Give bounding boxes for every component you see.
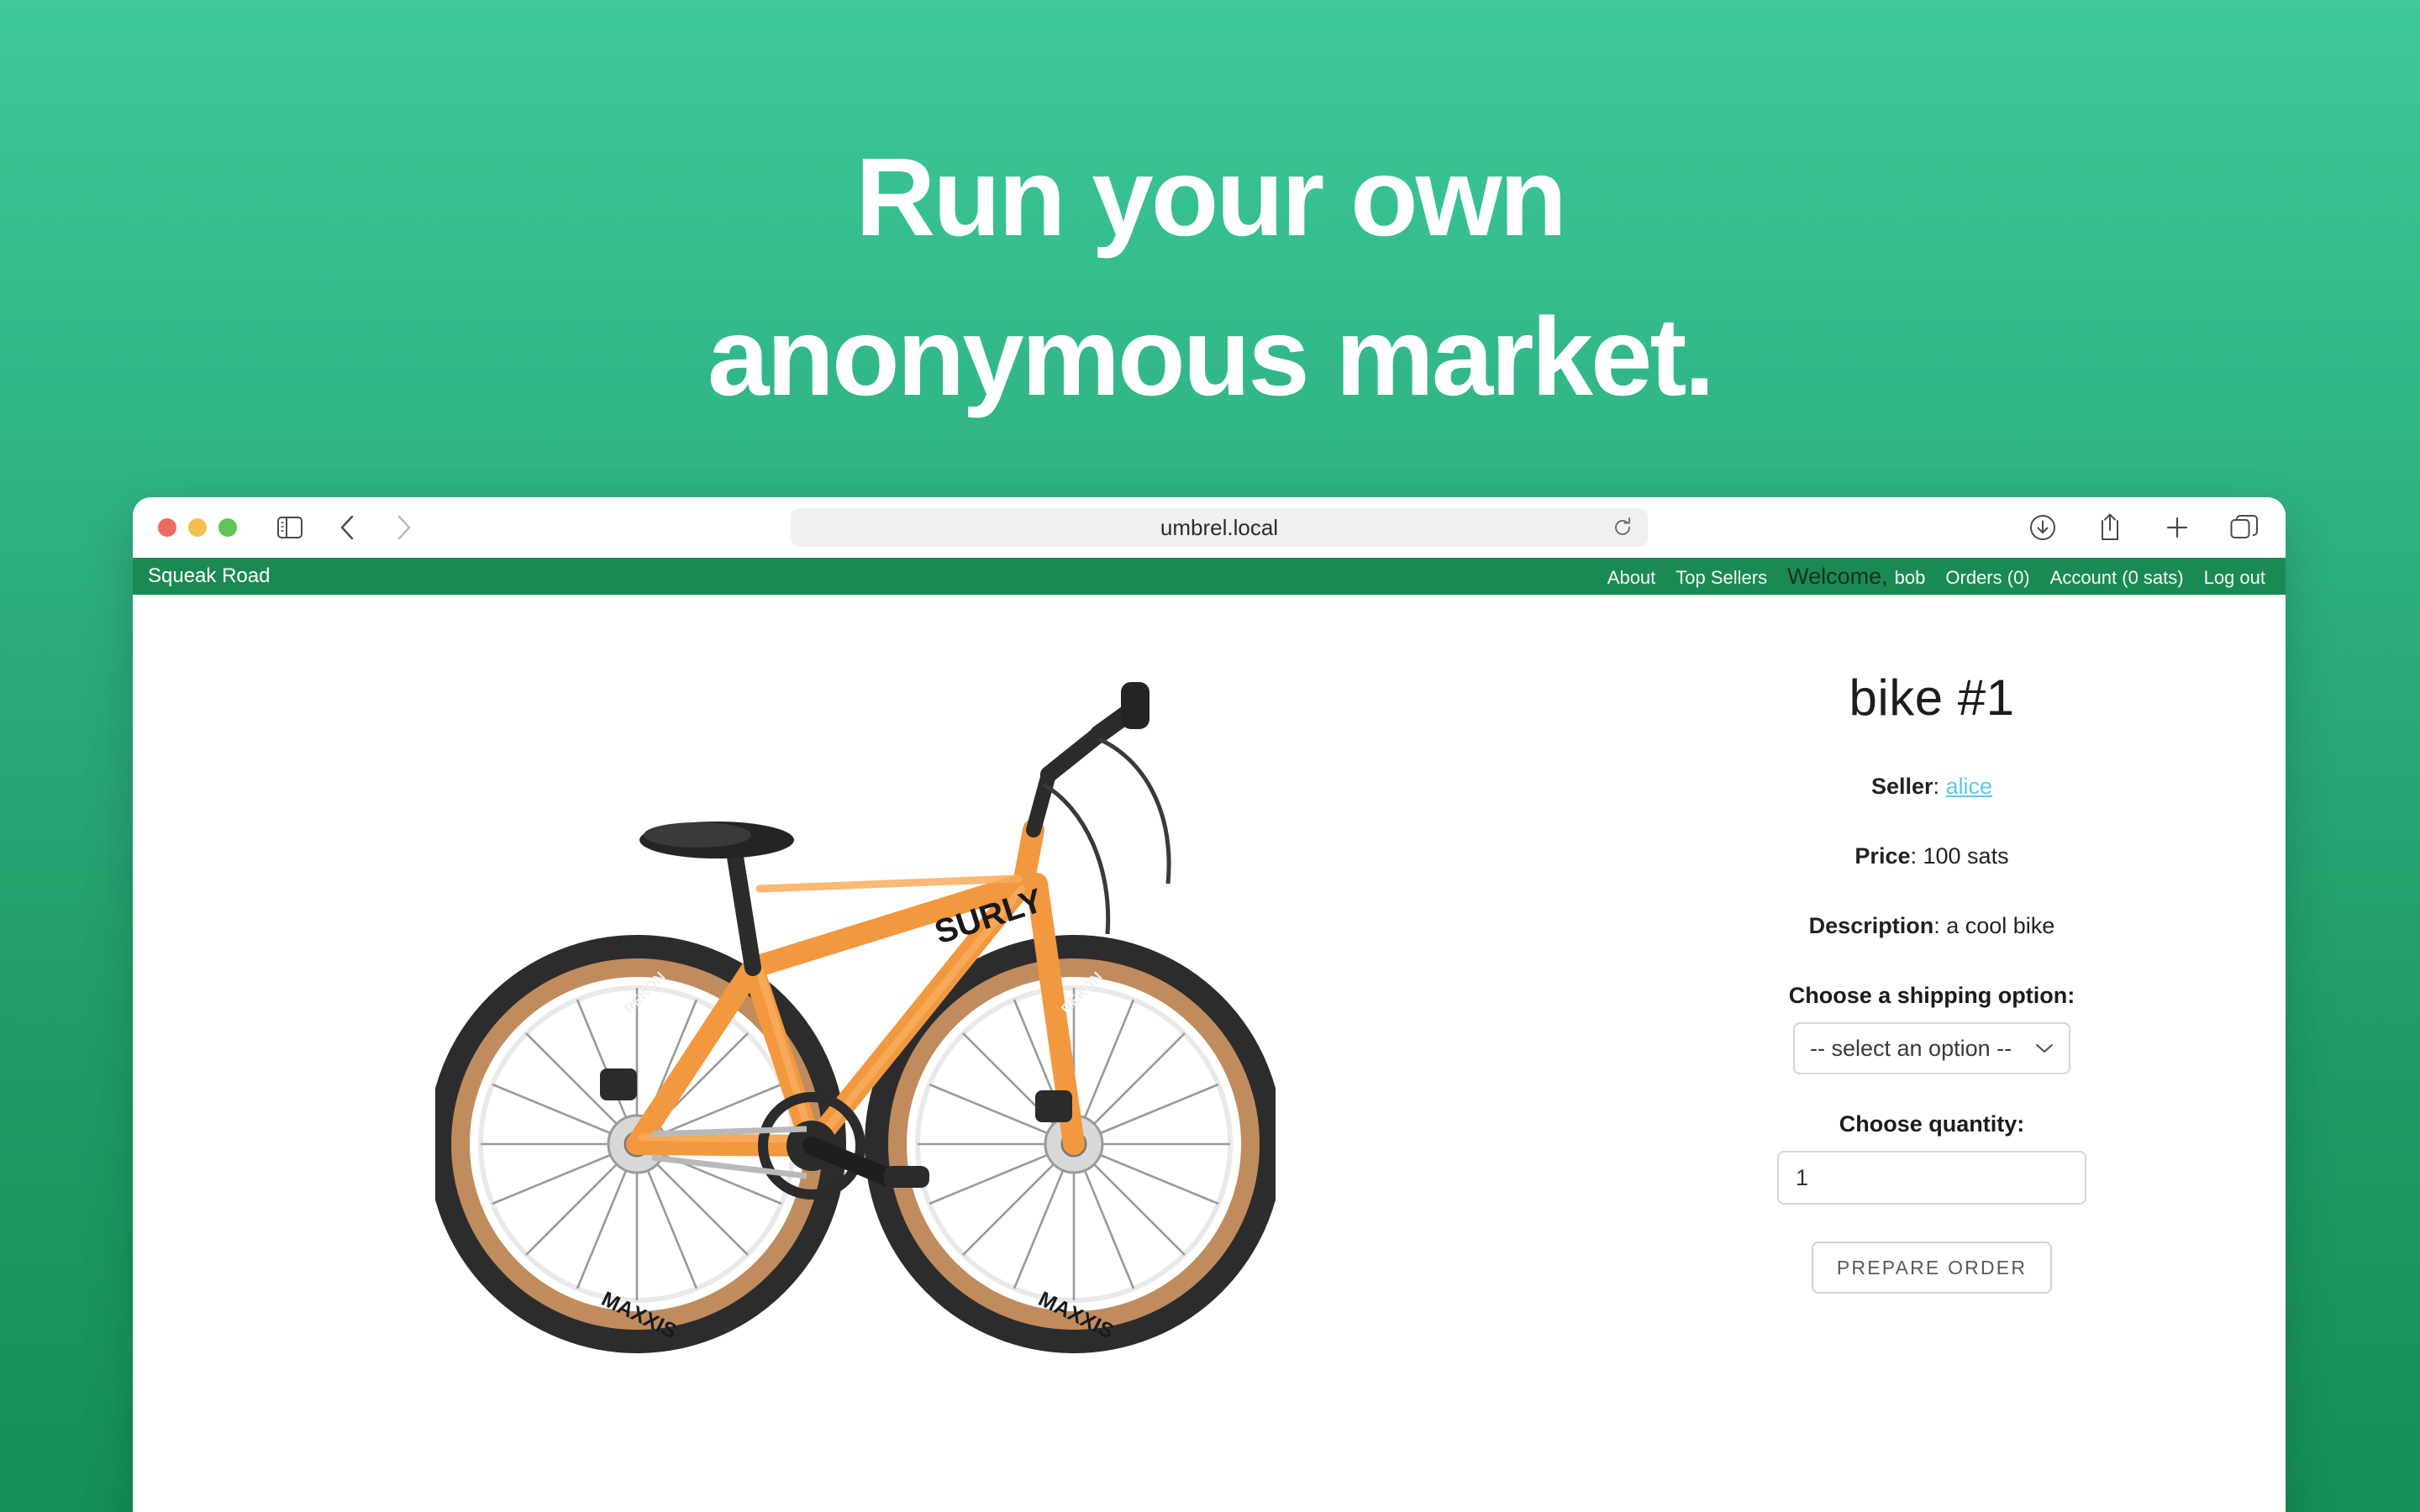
nav-link-log-out[interactable]: Log out [2204,567,2265,589]
site-brand-squeak-road[interactable]: Squeak Road [148,564,270,588]
sidebar-toggle-icon[interactable] [271,508,309,547]
hero-section: Run your own anonymous market. [0,0,2420,437]
price-row: Price: 100 sats [1578,843,2286,869]
site-nav-links: About Top Sellers Welcome, bob Orders (0… [1607,564,2265,590]
site-navigation-bar: Squeak Road About Top Sellers Welcome, b… [133,558,2286,595]
seller-link-alice[interactable]: alice [1946,774,1993,799]
hero-headline-line2: anonymous market. [707,295,1715,418]
quantity-label: Choose quantity: [1839,1111,2025,1137]
prepare-order-button[interactable]: PREPARE ORDER [1811,1242,2053,1294]
description-label: Description [1808,913,1934,938]
seller-row: Seller: alice [1578,774,2286,800]
description-value: a cool bike [1946,913,2055,938]
browser-window: umbrel.local Squeak Road About Top Selle… [133,497,2286,1512]
close-window-button[interactable] [158,518,176,537]
address-bar[interactable]: umbrel.local [791,508,1648,547]
address-bar-container: umbrel.local [424,508,2015,547]
navigation-arrows [328,508,424,547]
url-text: umbrel.local [1160,514,1279,540]
forward-chevron-right-icon[interactable] [385,508,424,547]
chevron-down-icon [2035,1042,2054,1054]
downloads-icon[interactable] [2023,508,2062,547]
price-label: Price [1854,843,1911,869]
reload-icon[interactable] [1612,517,1633,538]
page-content: SURLY REKON REKON MAXXIS MAXXIS bike #1 … [133,595,2286,1512]
quantity-input[interactable] [1777,1151,2086,1205]
page-root: Run your own anonymous market. umbrel.lo… [0,0,2420,1512]
new-tab-plus-icon[interactable] [2158,508,2196,547]
maximize-window-button[interactable] [218,518,237,537]
tab-overview-icon[interactable] [2225,508,2264,547]
nav-link-about[interactable]: About [1607,567,1656,589]
price-colon: : [1910,843,1923,869]
product-info-column: bike #1 Seller: alice Price: 100 sats De… [1578,598,2286,1512]
welcome-username: bob [1894,566,1926,588]
window-traffic-lights [158,518,237,537]
product-photo-bicycle: SURLY REKON REKON MAXXIS MAXXIS [435,632,1276,1404]
back-chevron-left-icon[interactable] [328,508,366,547]
browser-right-icons [2023,508,2264,547]
nav-link-top-sellers[interactable]: Top Sellers [1676,567,1767,589]
price-value: 100 sats [1923,843,2009,869]
nav-link-orders[interactable]: Orders (0) [1945,567,2029,589]
product-image-column: SURLY REKON REKON MAXXIS MAXXIS [133,598,1578,1512]
seller-colon: : [1933,774,1946,799]
description-row: Description: a cool bike [1578,913,2286,939]
shipping-option-label: Choose a shipping option: [1788,983,2075,1008]
nav-welcome-user[interactable]: Welcome, bob [1787,564,1925,590]
welcome-label: Welcome, [1787,563,1888,589]
hero-headline-line1: Run your own [855,135,1567,259]
share-icon[interactable] [2091,508,2129,547]
product-title: bike #1 [1849,669,2015,726]
seller-label: Seller [1870,774,1933,799]
nav-link-account[interactable]: Account (0 sats) [2050,567,2184,589]
shipping-option-selected-value: -- select an option -- [1810,1035,2012,1061]
browser-toolbar: umbrel.local [133,497,2286,558]
minimize-window-button[interactable] [188,518,207,537]
shipping-option-select[interactable]: -- select an option -- [1793,1022,2070,1074]
description-colon: : [1933,913,1947,938]
